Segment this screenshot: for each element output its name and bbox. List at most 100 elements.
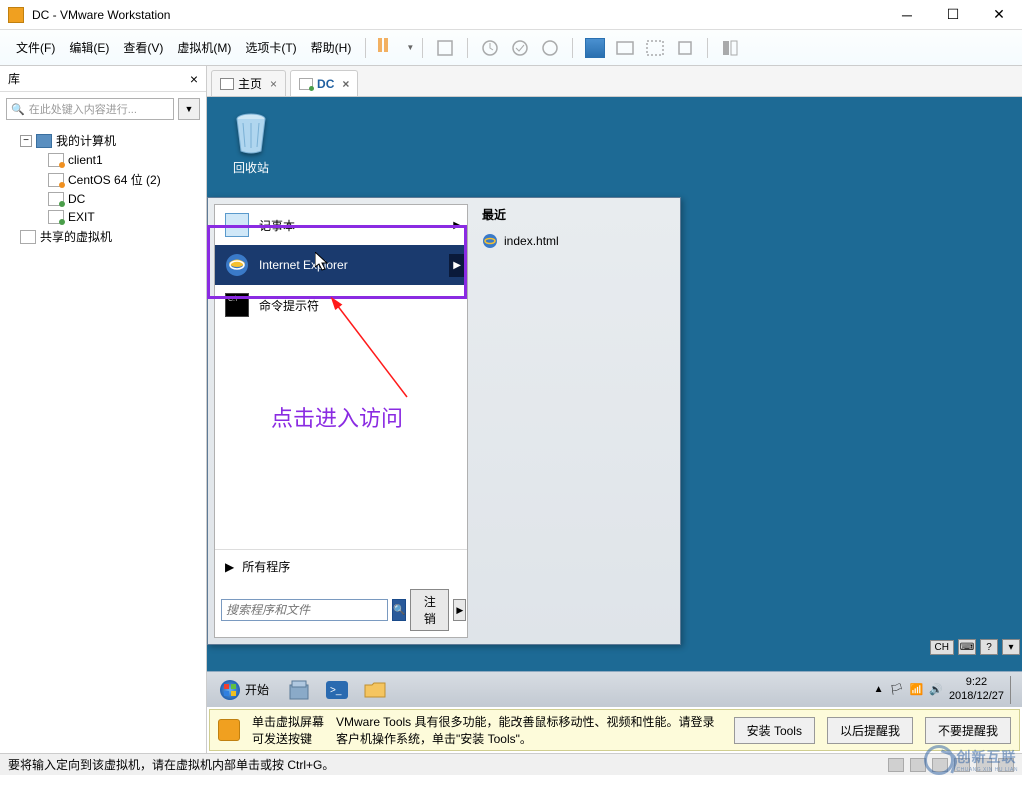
taskbar-explorer-icon[interactable] <box>359 676 391 704</box>
tray-expand-icon[interactable]: ▲ <box>874 684 884 695</box>
library-toggle-icon[interactable] <box>720 38 740 58</box>
menu-view[interactable]: 查看(V) <box>117 35 169 60</box>
notepad-icon <box>225 213 249 237</box>
tab-close-icon[interactable]: × <box>342 77 349 91</box>
tray-volume-icon[interactable]: 🔊 <box>929 683 943 696</box>
menu-edit[interactable]: 编辑(E) <box>63 35 115 60</box>
recycle-bin[interactable]: 回收站 <box>231 111 271 176</box>
title-bar: DC - VMware Workstation ─ ☐ ✕ <box>0 0 1022 30</box>
window-controls: ─ ☐ ✕ <box>884 0 1022 30</box>
minimize-button[interactable]: ─ <box>884 0 930 30</box>
recent-header: 最近 <box>478 204 676 229</box>
content-panel: 主页 × DC × 回收站 <box>207 66 1022 753</box>
menu-file[interactable]: 文件(F) <box>10 35 61 60</box>
ie-file-icon <box>482 233 498 249</box>
info-icon <box>218 719 240 741</box>
tray-flag-icon[interactable]: 🏳 <box>890 683 904 696</box>
system-clock[interactable]: 9:22 2018/12/27 <box>949 676 1004 702</box>
close-button[interactable]: ✕ <box>976 0 1022 30</box>
library-search-placeholder: 在此处键入内容进行... <box>29 101 137 117</box>
tree-shared[interactable]: 共享的虚拟机 <box>0 226 206 247</box>
tray-network-icon[interactable]: 📶 <box>910 683 924 696</box>
unity-icon[interactable] <box>585 38 605 58</box>
network-icon[interactable] <box>932 758 948 772</box>
start-item-notepad[interactable]: 记事本 ▶ <box>215 205 467 245</box>
start-button[interactable]: 开始 <box>211 677 277 703</box>
pause-icon[interactable] <box>378 38 398 58</box>
maximize-button[interactable]: ☐ <box>930 0 976 30</box>
chevron-right-icon: ▶ <box>453 220 461 231</box>
status-device-icons <box>888 758 1014 772</box>
snapshot-manager-icon[interactable] <box>510 38 530 58</box>
start-item-ie[interactable]: Internet Explorer ▶ <box>215 245 467 285</box>
window-title: DC - VMware Workstation <box>32 8 884 22</box>
library-search-input[interactable]: 🔍 在此处键入内容进行... <box>6 98 174 120</box>
power-options-button[interactable]: ▶ <box>453 599 466 621</box>
library-panel: 库 × 🔍 在此处键入内容进行... ▼ − 我的计算机 client1 Cen… <box>0 66 207 753</box>
chevron-right-icon: ▶ <box>449 254 465 277</box>
tree-client1[interactable]: client1 <box>0 151 206 169</box>
start-all-programs[interactable]: ▶ 所有程序 <box>215 549 467 583</box>
library-close-icon[interactable]: × <box>190 71 198 87</box>
vm-icon <box>48 173 64 187</box>
disk-icon[interactable] <box>888 758 904 772</box>
start-item-cmd[interactable]: 命令提示符 <box>215 285 467 325</box>
start-menu-recent: 最近 index.html <box>474 198 680 644</box>
library-search-row: 🔍 在此处键入内容进行... ▼ <box>0 92 206 126</box>
install-tools-button[interactable]: 安装 Tools <box>734 717 815 744</box>
dont-remind-button[interactable]: 不要提醒我 <box>925 717 1011 744</box>
vmware-tools-notice: 单击虚拟屏幕 可发送按键 VMware Tools 具有很多功能，能改善鼠标移动… <box>209 709 1020 751</box>
stretch-icon[interactable] <box>675 38 695 58</box>
library-header: 库 × <box>0 66 206 92</box>
snapshot-icon[interactable] <box>480 38 500 58</box>
help-small-icon[interactable]: ? <box>980 639 998 655</box>
taskbar-server-manager-icon[interactable] <box>283 676 315 704</box>
remind-later-button[interactable]: 以后提醒我 <box>827 717 913 744</box>
status-text: 要将输入定向到该虚拟机，请在虚拟机内部单击或按 Ctrl+G。 <box>8 756 334 773</box>
main-split: 库 × 🔍 在此处键入内容进行... ▼ − 我的计算机 client1 Cen… <box>0 66 1022 753</box>
tree-centos[interactable]: CentOS 64 位 (2) <box>0 169 206 190</box>
library-tree: − 我的计算机 client1 CentOS 64 位 (2) DC EXIT <box>0 126 206 251</box>
start-search-row: 🔍 注销 ▶ <box>215 583 467 637</box>
vm-running-icon <box>48 192 64 206</box>
tree-exit[interactable]: EXIT <box>0 208 206 226</box>
recycle-bin-icon <box>231 111 271 155</box>
collapse-icon[interactable]: − <box>20 135 32 147</box>
taskbar-powershell-icon[interactable]: >_ <box>321 676 353 704</box>
tab-dc[interactable]: DC × <box>290 70 358 96</box>
console-icon[interactable] <box>615 38 635 58</box>
vm-running-icon <box>299 78 313 90</box>
usb-icon[interactable] <box>954 758 970 772</box>
revert-icon[interactable] <box>540 38 560 58</box>
vm-icon <box>48 153 64 167</box>
tools-message: VMware Tools 具有很多功能，能改善鼠标移动性、视频和性能。请登录客户… <box>336 713 722 747</box>
search-dropdown-button[interactable]: ▼ <box>178 98 200 120</box>
tab-close-icon[interactable]: × <box>270 77 277 91</box>
show-desktop-button[interactable] <box>1010 676 1018 704</box>
start-search-input[interactable] <box>221 599 388 621</box>
hint-text: 单击虚拟屏幕 可发送按键 <box>252 713 324 747</box>
tree-my-computer[interactable]: − 我的计算机 <box>0 130 206 151</box>
start-search-button[interactable]: 🔍 <box>392 599 406 621</box>
vm-desktop[interactable]: 回收站 CH ⌨ ? ▾ 记事本 ▶ <box>207 97 1022 707</box>
cd-icon[interactable] <box>910 758 926 772</box>
library-title: 库 <box>8 70 20 87</box>
fullscreen-icon[interactable] <box>645 38 665 58</box>
menu-tabs[interactable]: 选项卡(T) <box>239 35 302 60</box>
tree-dc[interactable]: DC <box>0 190 206 208</box>
ime-icon[interactable]: ⌨ <box>958 639 976 655</box>
logout-button[interactable]: 注销 <box>410 589 449 631</box>
recent-item-index-html[interactable]: index.html <box>478 229 676 253</box>
sound-icon[interactable] <box>976 758 992 772</box>
options-small-icon[interactable]: ▾ <box>1002 639 1020 655</box>
send-keys-icon[interactable] <box>435 38 455 58</box>
menu-help[interactable]: 帮助(H) <box>305 35 358 60</box>
tab-home[interactable]: 主页 × <box>211 70 286 96</box>
start-menu: 记事本 ▶ Internet Explorer ▶ 命令提示符 <box>207 197 681 645</box>
vm-taskbar: 开始 >_ ▲ 🏳 📶 🔊 9:22 2018/12/27 <box>207 671 1022 707</box>
monitor-icon <box>36 134 52 148</box>
status-bar: 要将输入定向到该虚拟机，请在虚拟机内部单击或按 Ctrl+G。 <box>0 753 1022 775</box>
printer-icon[interactable] <box>998 758 1014 772</box>
lang-indicator[interactable]: CH <box>930 640 954 655</box>
menu-vm[interactable]: 虚拟机(M) <box>171 35 237 60</box>
